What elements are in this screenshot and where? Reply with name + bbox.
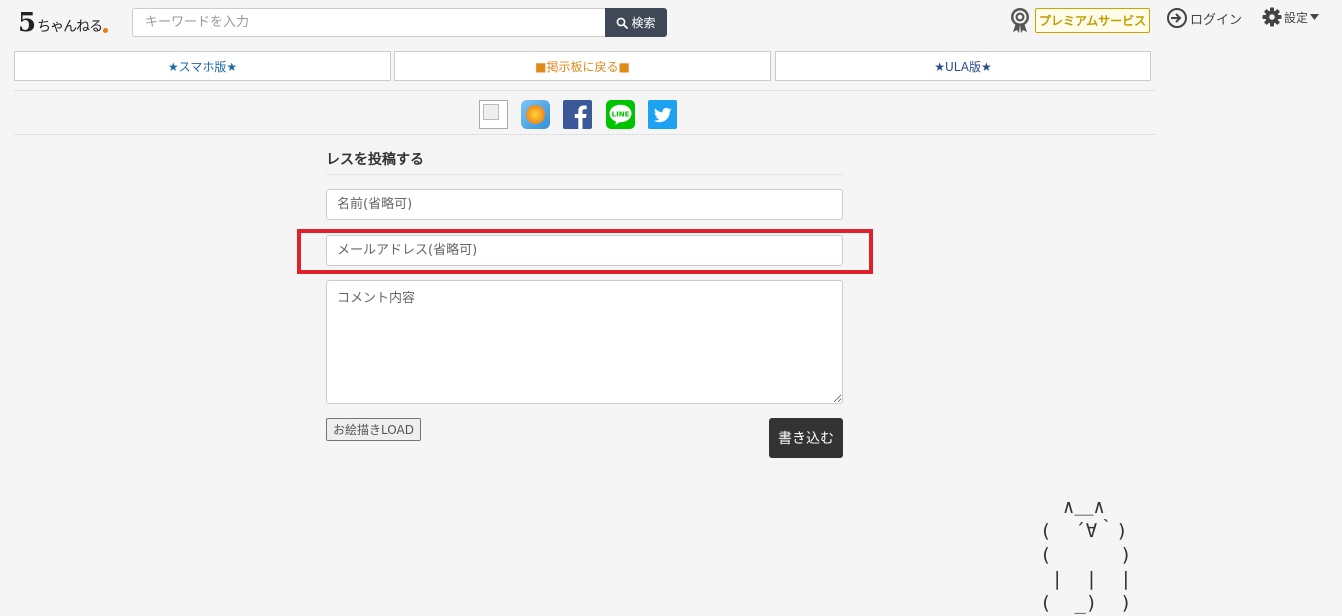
login-link[interactable]: ログイン [1166,7,1242,29]
line-icon[interactable]: LINE [606,100,635,129]
comment-textarea[interactable] [326,280,843,404]
ula-version-button[interactable]: ★ULA版★ [775,51,1151,81]
settings-label: 設定 [1284,10,1309,25]
settings-menu[interactable]: 設定 [1262,7,1320,27]
name-field[interactable] [326,189,843,220]
login-label: ログイン [1190,12,1243,28]
search-button[interactable]: 検索 [605,8,667,37]
form-title: レスを投稿する [326,152,424,168]
smartphone-version-button[interactable]: ★スマホ版★ [14,51,391,81]
divider [14,90,1155,91]
email-field[interactable] [326,235,843,266]
search-icon [617,17,629,29]
facebook-icon[interactable] [563,100,592,129]
app-icon[interactable] [521,100,550,129]
premium-service-badge: プレミアムサービス [1035,7,1151,33]
ribbon-badge-icon [1011,8,1029,33]
back-to-board-button[interactable]: ■掲示板に戻る■ [394,51,771,81]
divider [326,174,843,175]
submit-button[interactable]: 書き込む [769,418,843,458]
header: 5 ちゃんねる 検索 プレミアムサービス ログイン [0,0,1342,44]
logo-text: ちゃんねる [37,19,103,35]
caret-down-icon [1310,14,1320,20]
divider [14,134,1155,135]
logo-five: 5 [18,8,37,38]
oekaki-load-button[interactable]: お絵描きLOAD [326,418,421,441]
line-icon-text: LINE [612,110,630,118]
login-icon [1167,8,1187,28]
logo-dot [103,28,109,33]
broken-image-icon[interactable] [479,100,508,129]
ascii-art-cat: ∧＿∧ ( ´∀｀) ( ) | | | ( _) ) [1040,496,1132,614]
site-logo[interactable]: 5 ちゃんねる [18,6,109,38]
search-button-label: 検索 [631,16,656,30]
search-input[interactable] [132,8,605,37]
version-nav: ★スマホ版★ ■掲示板に戻る■ ★ULA版★ [14,51,1151,81]
premium-service[interactable]: プレミアムサービス [1009,7,1151,33]
twitter-icon[interactable] [648,100,677,129]
gear-icon [1262,7,1282,27]
